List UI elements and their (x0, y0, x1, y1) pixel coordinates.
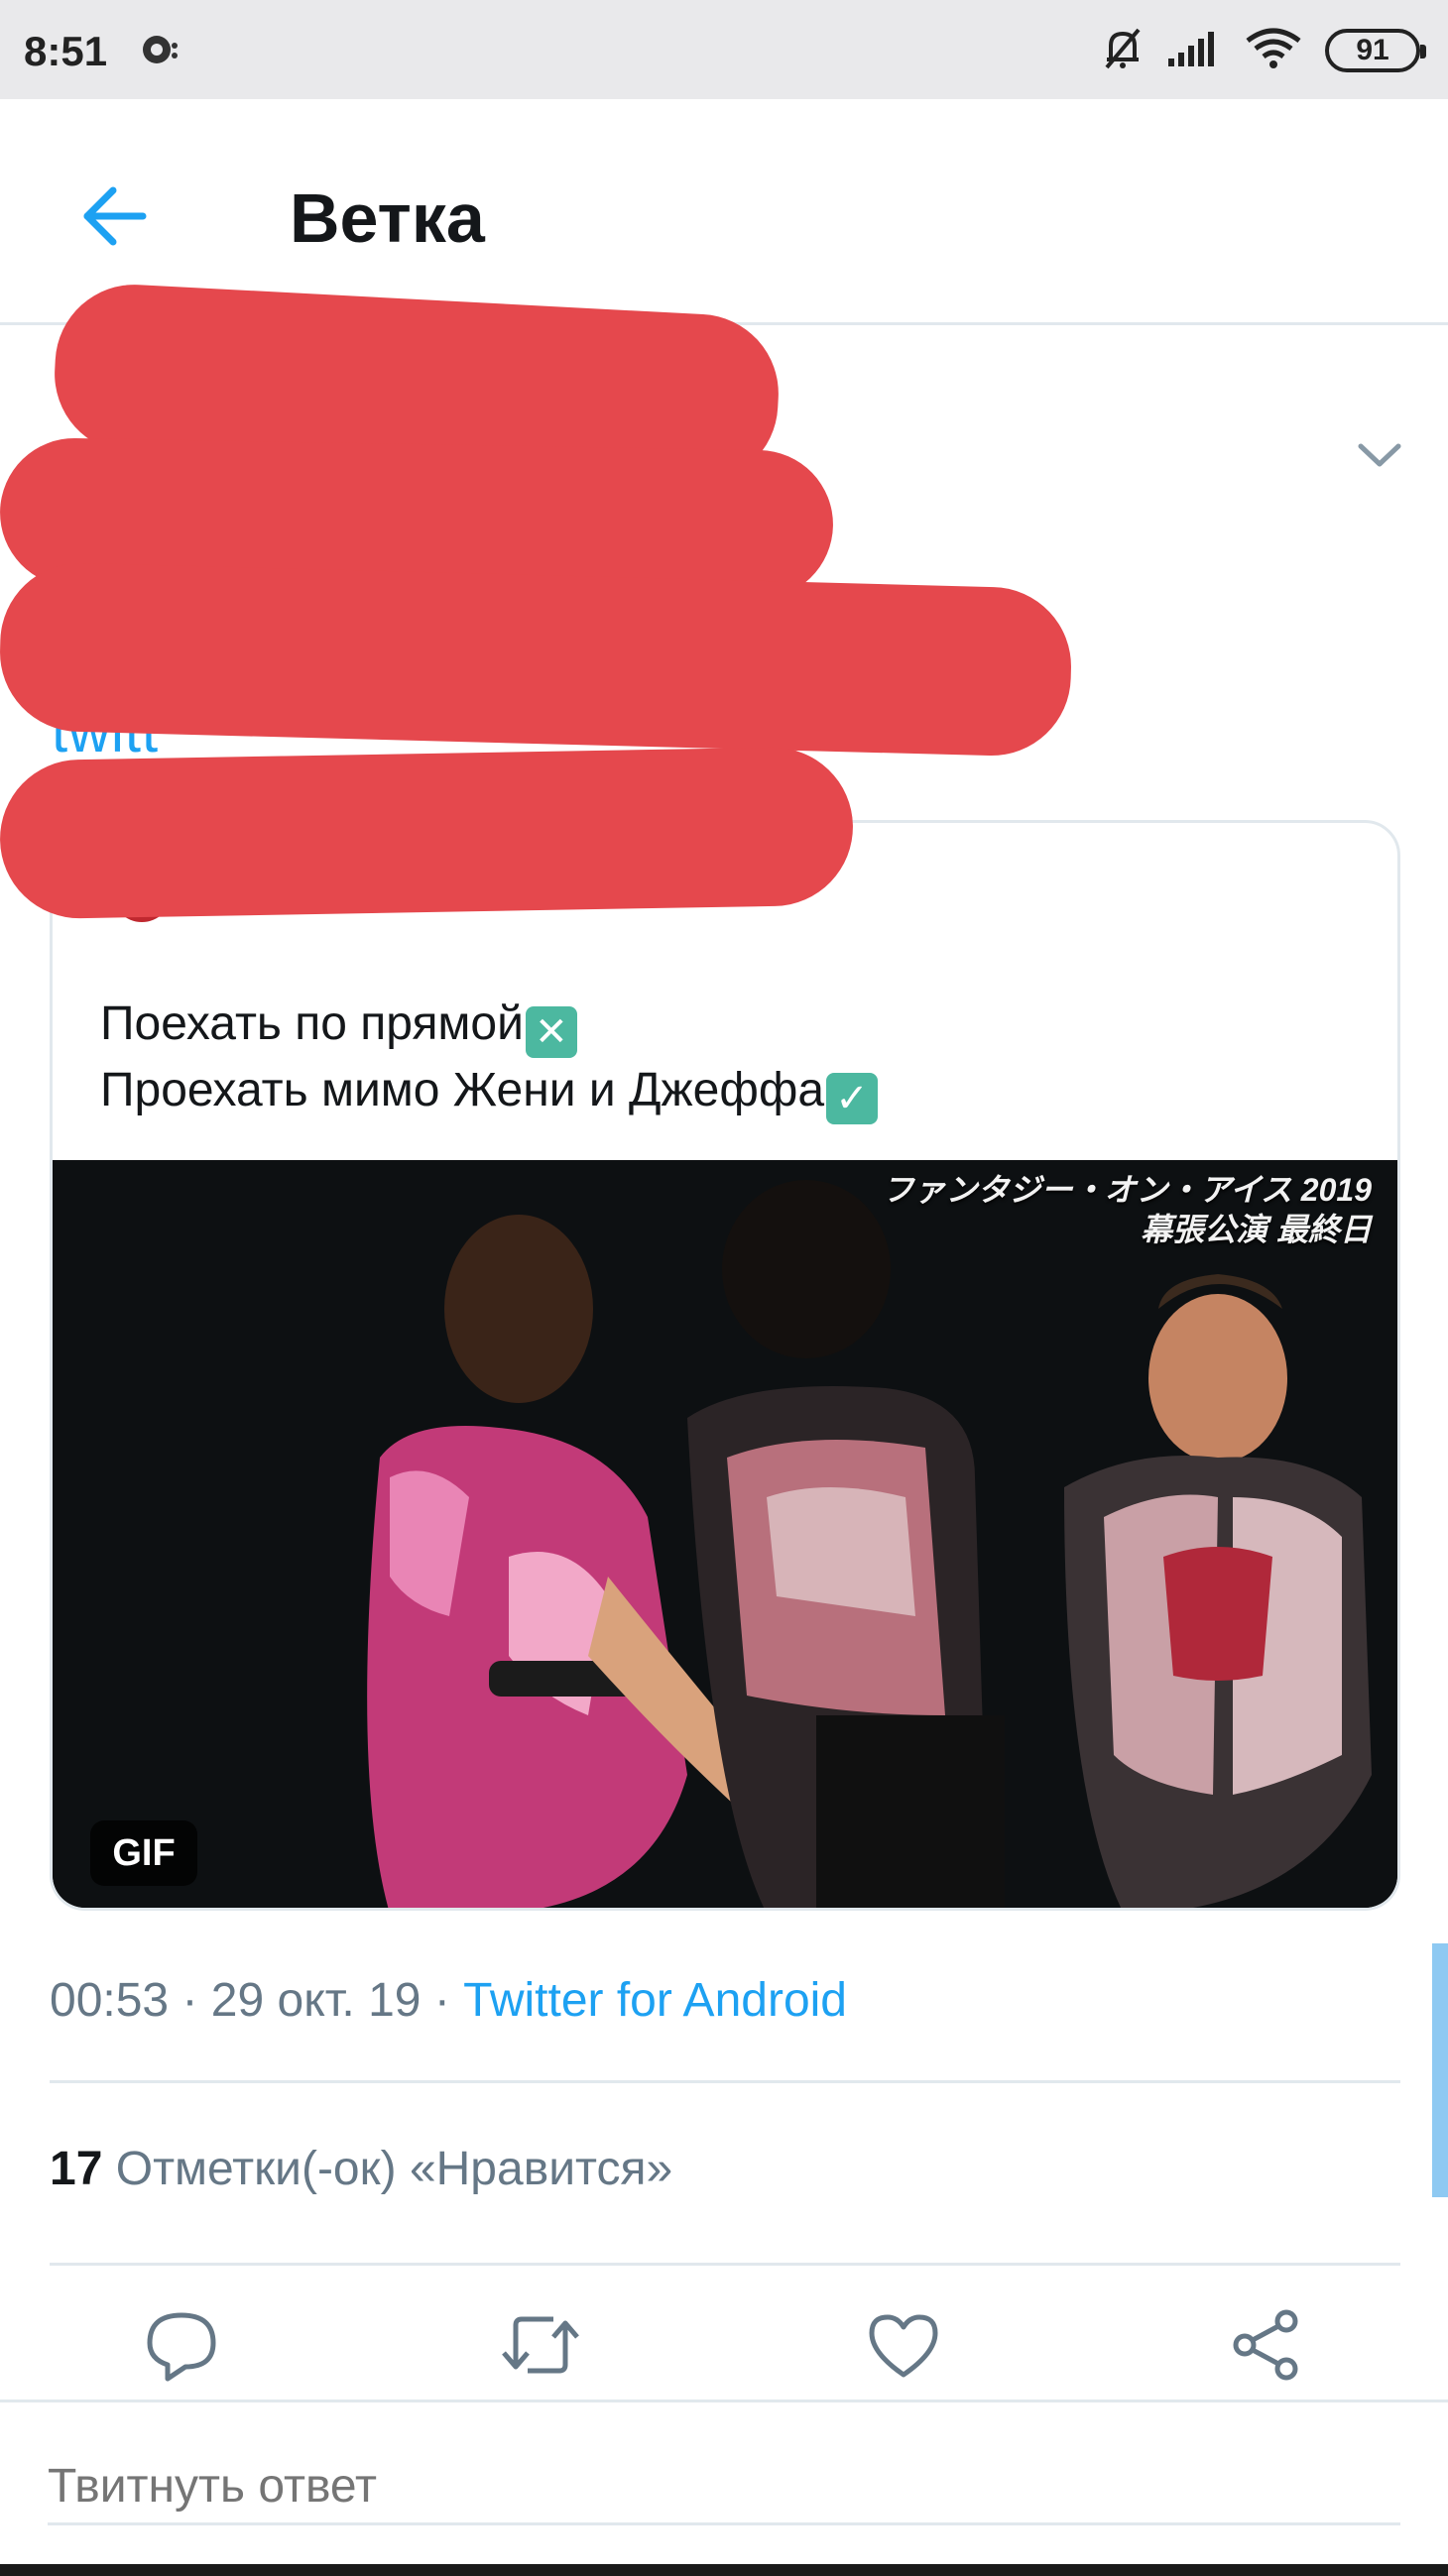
scrollbar[interactable] (1432, 1943, 1448, 2197)
retweet-icon (502, 2316, 579, 2374)
back-button[interactable] (69, 176, 159, 256)
quoted-tweet-card[interactable]: Поехать по прямой ✕ Проехать мимо Жени и … (50, 820, 1400, 1911)
tweet-timestamp: 00:53 · 29 окт. 19 · Twitter for Android (50, 1973, 847, 2028)
divider (50, 2080, 1400, 2083)
quoted-tweet-line-2: Проехать мимо Жени и Джеффа (100, 1064, 825, 1116)
arrow-left-icon (83, 186, 147, 246)
chevron-down-icon (1358, 443, 1401, 467)
redaction-mark (0, 560, 1074, 759)
wifi-icon (1244, 27, 1303, 75)
tweet-time: 00:53 (50, 1974, 170, 2027)
signal-icon (1166, 29, 1222, 73)
check-mark-emoji: ✓ (826, 1073, 879, 1124)
gif-caption: ファンタジー・オン・アイス 2019 幕張公演 最終日 (882, 1170, 1372, 1249)
likes-count: 17 (50, 2143, 103, 2195)
quoted-tweet-line-1: Поехать по прямой (100, 997, 524, 1050)
likes-label: Отметки(-ок) «Нравится» (115, 2143, 673, 2195)
mute-icon (1101, 26, 1145, 76)
likes-stat[interactable]: 17 Отметки(-ок) «Нравится» (50, 2142, 672, 2196)
like-button[interactable] (859, 2300, 948, 2390)
share-icon (1233, 2309, 1298, 2381)
reply-underline (48, 2522, 1400, 2525)
gif-caption-line-1: ファンタジー・オン・アイス 2019 (882, 1172, 1372, 1208)
meta-separator: · (433, 1974, 450, 2027)
reply-input[interactable] (48, 2446, 1400, 2525)
tweet-detail: twitt Поехать по прямой✕ Проехать мимо Ж… (0, 281, 1448, 2400)
status-time: 8:51 (24, 28, 108, 74)
system-nav-strip (0, 2564, 1448, 2576)
meta-separator: · (181, 1974, 198, 2027)
reply-bar (0, 2400, 1448, 2576)
gif-media[interactable]: ファンタジー・オン・アイス 2019 幕張公演 最終日 GIF (53, 1160, 1397, 1908)
page-title: Ветка (290, 179, 485, 257)
tweet-actions (0, 2300, 1448, 2400)
cross-mark-emoji: ✕ (525, 1006, 577, 1058)
tweet-date: 29 окт. 19 (210, 1974, 422, 2027)
reply-icon (147, 2312, 216, 2382)
status-bar: 8:51 91 (0, 0, 1448, 99)
tweet-menu-button[interactable] (1351, 426, 1408, 484)
tweet-source-link[interactable]: Twitter for Android (463, 1974, 847, 2027)
divider (50, 2263, 1400, 2266)
redaction-mark (0, 746, 855, 920)
battery-icon: 91 (1325, 29, 1426, 72)
gif-caption-line-2: 幕張公演 最終日 (1141, 1212, 1372, 1247)
retweet-button[interactable] (496, 2300, 585, 2390)
gif-frame-image (53, 1160, 1397, 1908)
reply-button[interactable] (137, 2300, 226, 2390)
notification-icon (139, 32, 181, 67)
like-icon (869, 2314, 938, 2378)
quoted-tweet-text: Поехать по прямой ✕ Проехать мимо Жени и … (100, 992, 879, 1124)
battery-level: 91 (1356, 34, 1389, 66)
gif-badge: GIF (90, 1820, 197, 1886)
share-button[interactable] (1222, 2300, 1311, 2390)
